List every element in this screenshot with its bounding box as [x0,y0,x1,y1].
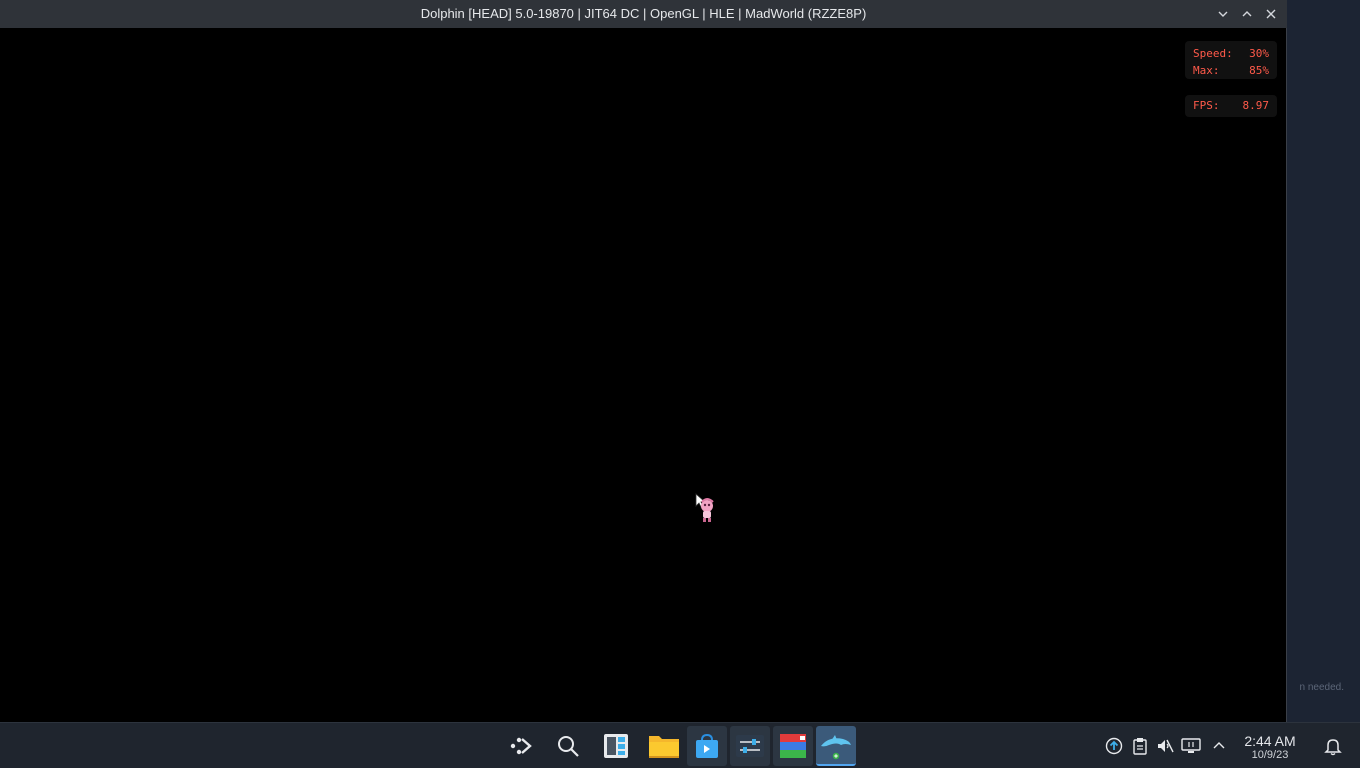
close-icon [1266,9,1276,19]
taskbar-clock[interactable]: 2:44 AM 10/9/23 [1234,733,1306,762]
maximize-button[interactable] [1237,4,1257,24]
osd-speed-label: Speed: [1193,47,1233,60]
tray-display-settings[interactable] [1181,736,1201,756]
close-button[interactable] [1261,4,1281,24]
chevron-up-icon [1242,11,1252,17]
tray-update-notifier[interactable] [1104,736,1124,756]
window-titlebar[interactable]: Dolphin [HEAD] 5.0-19870 | JIT64 DC | Op… [0,0,1287,28]
taskbar-emulator-frontend[interactable] [773,726,813,766]
window-title: Dolphin [HEAD] 5.0-19870 | JIT64 DC | Op… [420,6,867,21]
taskbar-search[interactable] [548,726,588,766]
dolphin-window: Dolphin [HEAD] 5.0-19870 | JIT64 DC | Op… [0,0,1287,722]
osd-speed-panel: Speed: 30% Max: 85% [1185,41,1277,79]
emulator-frontend-icon [780,734,806,758]
tray-clipboard[interactable] [1130,736,1150,756]
chevron-up-icon [1213,742,1225,749]
taskbar-system-settings[interactable] [730,726,770,766]
tray-notifications[interactable] [1323,736,1343,756]
osd-speed-value: 30% [1249,47,1269,60]
virtual-desktop-pager-icon [604,734,628,758]
system-settings-icon [736,735,764,757]
tray-volume[interactable] [1155,736,1175,756]
osd-max-label: Max: [1193,64,1220,77]
update-icon [1105,737,1123,755]
chevron-down-icon [1218,11,1228,17]
clock-time: 2:44 AM [1244,733,1296,749]
bell-icon [1324,739,1342,756]
mouse-cursor-sprite [694,492,720,524]
taskbar-dolphin-emulator[interactable] [816,726,856,766]
taskbar-file-manager[interactable] [644,726,684,766]
background-partial-text: n needed. [1299,682,1345,693]
taskbar: 2:44 AM 10/9/23 [0,722,1360,768]
osd-fps-panel: FPS: 8.97 [1185,95,1277,117]
game-render-area[interactable] [0,28,1286,722]
taskbar-virtual-desktop-pager[interactable] [596,726,636,766]
clipboard-icon [1133,738,1147,755]
clock-date: 10/9/23 [1251,749,1289,761]
display-icon [1181,738,1201,753]
dolphin-emulator-icon [821,735,851,760]
tray-expand-button[interactable] [1209,736,1229,756]
osd-fps-label: FPS: [1193,99,1220,112]
osd-fps-value: 8.97 [1242,99,1270,112]
taskbar-discover-store[interactable] [687,726,727,766]
search-icon [558,736,579,757]
volume-muted-icon [1158,739,1174,753]
app-launcher-icon [510,737,532,755]
minimize-button[interactable] [1213,4,1233,24]
file-manager-icon [649,736,679,758]
desktop-background: n needed. [1286,0,1360,722]
osd-max-value: 85% [1249,64,1269,77]
taskbar-app-launcher[interactable] [500,726,540,766]
discover-store-icon [696,733,718,758]
